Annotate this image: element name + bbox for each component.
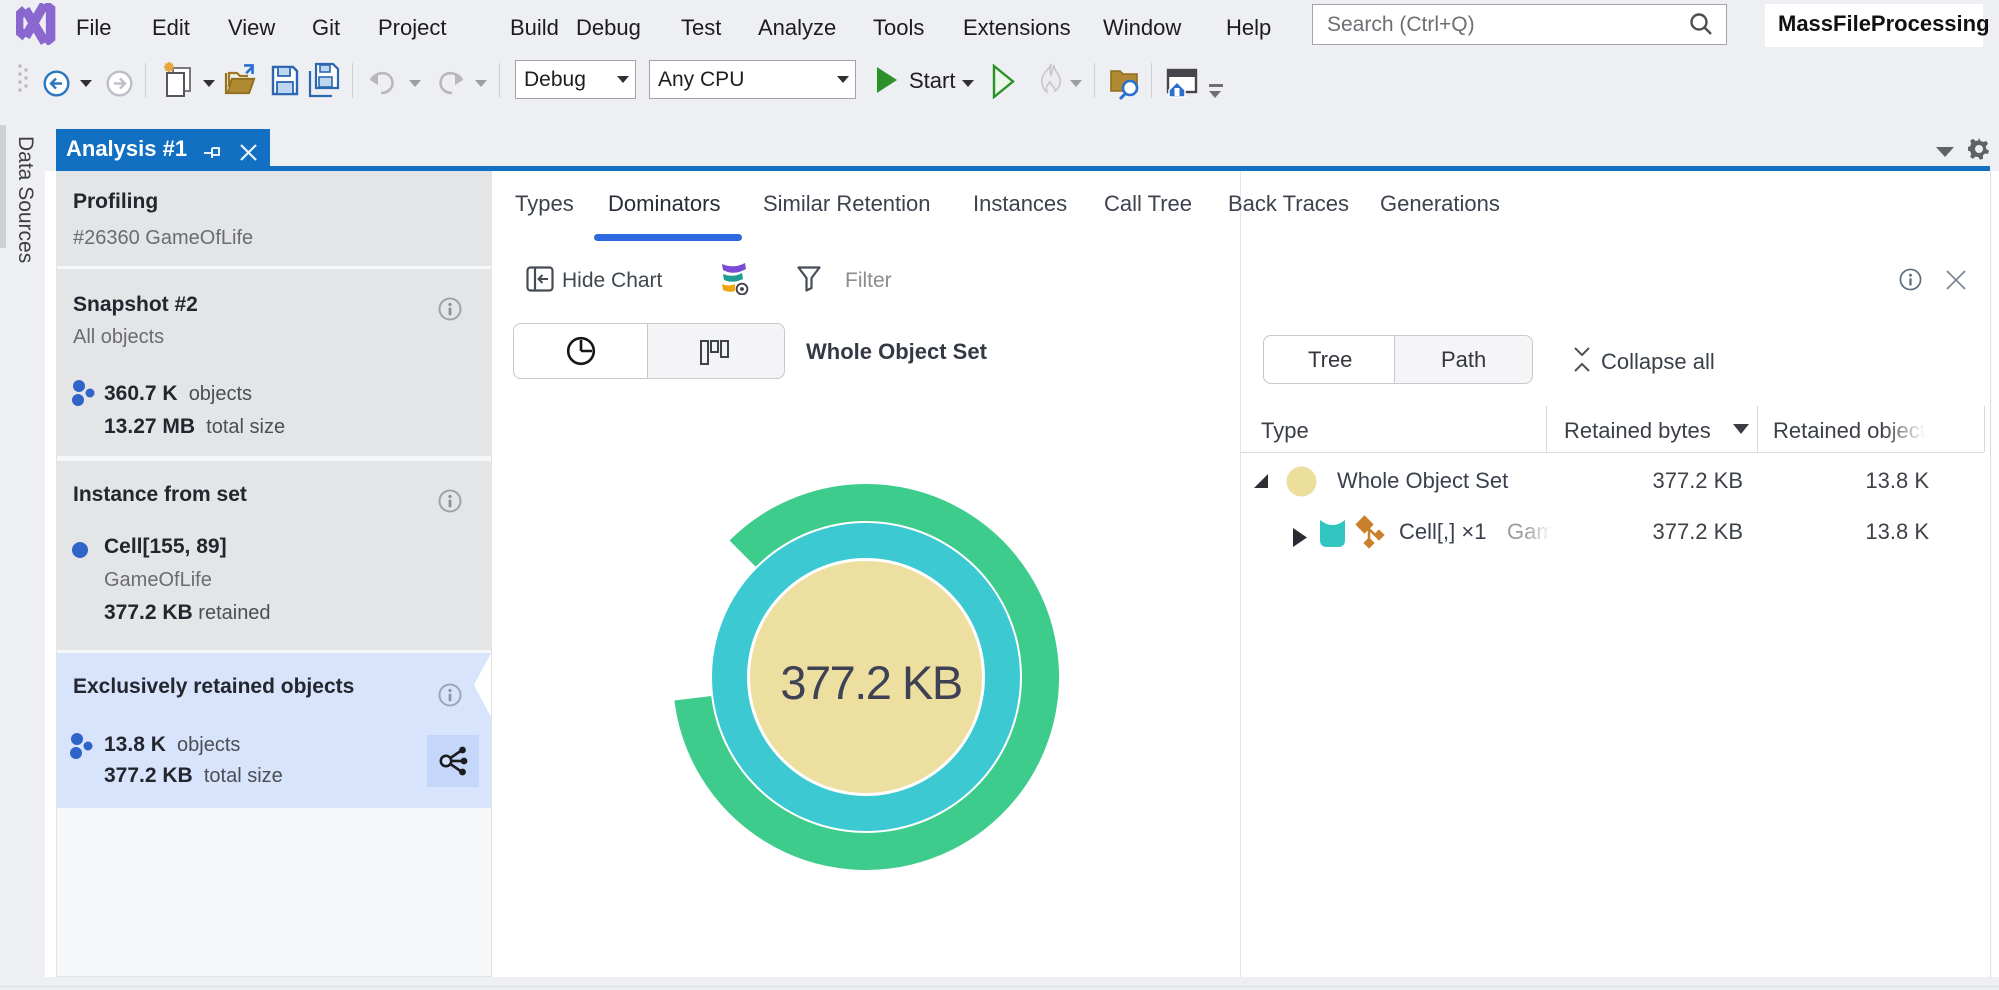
svg-text:377.2 KB: 377.2 KB	[780, 656, 961, 709]
